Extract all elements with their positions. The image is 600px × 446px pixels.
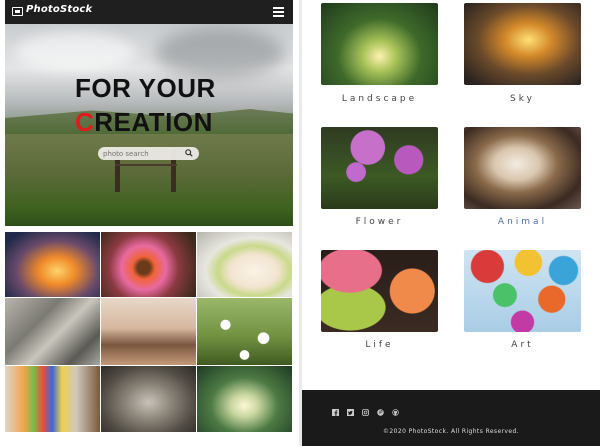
site-footer: ©2020 PhotoStock. All Rights Reserved. xyxy=(302,390,600,446)
gallery-photo-orange-flower[interactable] xyxy=(101,232,196,297)
top-navbar: PhotoStock xyxy=(5,0,293,24)
category-image-flower[interactable] xyxy=(321,127,438,209)
headline-rest: REATION xyxy=(94,107,213,137)
mobile-home-view: PhotoStock FOR YOUR CREATION xyxy=(5,0,293,446)
copyright-text: ©2020 PhotoStock. All Rights Reserved. xyxy=(383,428,519,435)
category-label-life[interactable]: Life xyxy=(321,340,438,350)
github-icon[interactable] xyxy=(392,409,399,416)
hero-headline-line1: FOR YOUR xyxy=(75,73,216,103)
category-label-landscape[interactable]: Landscape xyxy=(321,94,438,104)
search-input[interactable] xyxy=(103,148,181,159)
gallery-photo-sunset-tree[interactable] xyxy=(5,232,100,297)
gallery-photo-daisies[interactable] xyxy=(197,298,292,365)
gallery-photo-woman-beach[interactable] xyxy=(101,298,196,365)
category-label-animal[interactable]: Animal xyxy=(464,217,581,227)
gallery-photo-food-plate[interactable] xyxy=(197,232,292,297)
fence-rail xyxy=(115,164,177,166)
pinterest-icon[interactable] xyxy=(377,409,384,416)
hero-cloud xyxy=(155,28,285,78)
instagram-icon[interactable] xyxy=(362,409,369,416)
category-label-sky[interactable]: Sky xyxy=(464,94,581,104)
category-image-art[interactable] xyxy=(464,250,581,332)
category-label-art[interactable]: Art xyxy=(464,340,581,350)
gallery-photo-colorful-pencils[interactable] xyxy=(5,366,100,432)
gallery-photo-cat-tree[interactable] xyxy=(101,366,196,432)
search-bar xyxy=(98,147,199,160)
twitter-icon[interactable] xyxy=(347,409,354,416)
category-image-animal[interactable] xyxy=(464,127,581,209)
hamburger-menu-icon[interactable] xyxy=(273,7,284,17)
hero-headline-line2: CREATION xyxy=(75,108,235,136)
search-icon[interactable] xyxy=(185,149,193,157)
category-view: Landscape Sky Flower Animal Life Art ©20… xyxy=(302,0,600,446)
brand-logo[interactable]: PhotoStock xyxy=(26,4,92,15)
photo-icon[interactable] xyxy=(12,7,23,16)
category-image-sky[interactable] xyxy=(464,3,581,85)
hero-banner: FOR YOUR CREATION xyxy=(5,24,293,226)
category-label-flower[interactable]: Flower xyxy=(321,217,438,227)
category-image-landscape[interactable] xyxy=(321,3,438,85)
headline-accent-letter: C xyxy=(75,107,95,137)
gallery-photo-forest-sunlight[interactable] xyxy=(197,366,292,432)
photo-gallery xyxy=(5,232,293,432)
gallery-photo-palm-leaves[interactable] xyxy=(5,298,100,365)
facebook-icon[interactable] xyxy=(332,409,339,416)
hero-cloud xyxy=(15,32,135,72)
category-image-life[interactable] xyxy=(321,250,438,332)
